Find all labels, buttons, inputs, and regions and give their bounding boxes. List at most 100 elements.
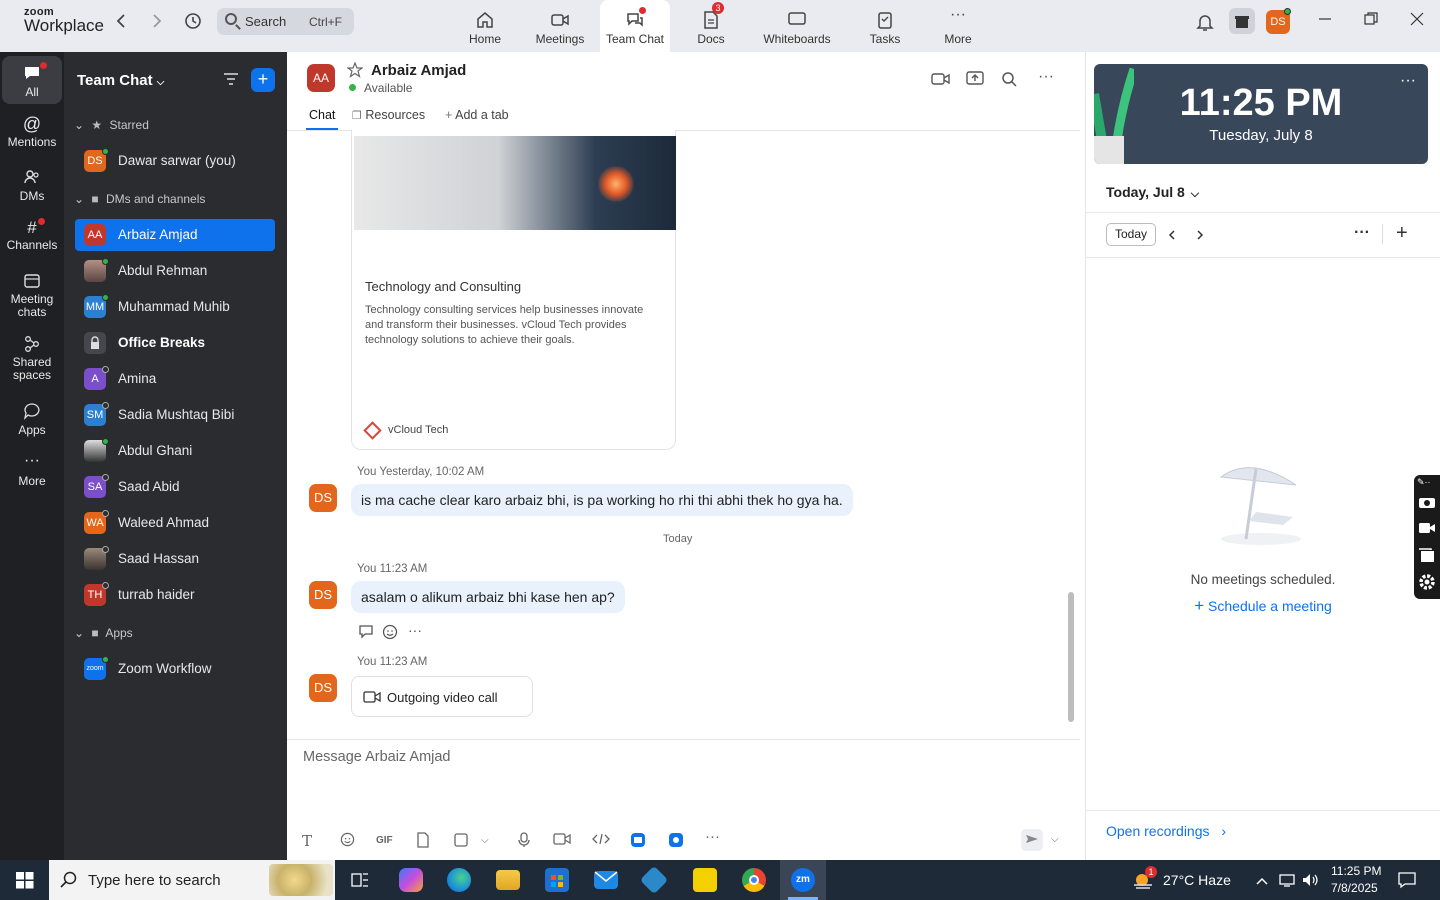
today-button[interactable]: Today [1106, 223, 1156, 246]
calendar-more-icon[interactable]: ··· [1354, 224, 1370, 242]
history-icon[interactable] [184, 12, 202, 34]
side-title[interactable]: Team Chat ⌵ [77, 72, 164, 89]
tab-resources[interactable]: ❐ Resources [352, 108, 425, 122]
link-preview-card[interactable]: Technology and Consulting Technology con… [351, 130, 676, 450]
edge-browser-icon[interactable] [447, 868, 471, 892]
send-options-icon[interactable]: ⌵ [1051, 834, 1059, 845]
app-diamond-icon[interactable] [639, 865, 669, 895]
rail-channels[interactable]: # Channels [2, 218, 62, 262]
section-dms[interactable]: ⌄ ■ DMs and channels [74, 192, 205, 206]
settings-gear-icon[interactable] [1418, 573, 1436, 596]
tray-chevron-up-icon[interactable] [1256, 873, 1268, 891]
tab-home[interactable]: Home [455, 0, 515, 52]
chat-row-sadia[interactable]: SM Sadia Mushtaq Bibi [75, 399, 275, 431]
microphone-icon[interactable] [518, 832, 530, 851]
new-chat-button[interactable]: + [251, 68, 275, 92]
chevron-right-icon[interactable] [1196, 228, 1204, 246]
outgoing-call-card[interactable]: Outgoing video call [351, 676, 533, 717]
tab-chat[interactable]: Chat [309, 108, 335, 122]
message-bubble[interactable]: asalam o alikum arbaiz bhi kase hen ap? [351, 581, 625, 613]
video-message-icon[interactable] [553, 832, 571, 849]
camera-icon[interactable] [1418, 495, 1436, 514]
chat-row-saad-abid[interactable]: SA Saad Abid [75, 471, 275, 503]
bell-icon[interactable] [1196, 13, 1214, 36]
sticky-notes-icon[interactable] [693, 868, 717, 892]
chat-row-muhammad-muhib[interactable]: MM Muhammad Muhib [75, 291, 275, 323]
star-outline-icon[interactable] [346, 61, 364, 83]
screenshot-icon[interactable] [453, 832, 469, 851]
zoom-taskbar-button[interactable]: zm [780, 860, 826, 900]
whiteboard-app-icon[interactable] [630, 832, 646, 851]
contact-name[interactable]: Arbaiz Amjad [371, 62, 466, 79]
chat-row-amina[interactable]: A Amina [75, 363, 275, 395]
record-video-icon[interactable] [1418, 521, 1436, 540]
gift-icon[interactable] [1229, 8, 1255, 34]
message-bubble[interactable]: is ma cache clear karo arbaiz bhi, is pa… [351, 484, 853, 516]
rail-all[interactable]: All [2, 56, 62, 104]
search-box[interactable]: Search Ctrl+F [217, 8, 354, 35]
tab-more[interactable]: ··· More [933, 0, 983, 52]
windows-start-icon[interactable] [16, 872, 34, 894]
emoji-reaction-icon[interactable] [382, 624, 398, 643]
rail-apps[interactable]: Apps [2, 402, 62, 442]
chat-row-zoom-workflow[interactable]: zoom Zoom Workflow [75, 653, 275, 685]
chat-row-abdul-rehman[interactable]: Abdul Rehman [75, 255, 275, 287]
section-starred[interactable]: ⌄ ★ Starred [74, 118, 149, 132]
file-icon[interactable] [416, 832, 430, 851]
tab-tasks[interactable]: Tasks [860, 0, 910, 52]
rail-shared-spaces[interactable]: Shared spaces [2, 335, 62, 387]
task-view-icon[interactable] [351, 871, 369, 894]
rail-meeting-chats[interactable]: Meeting chats [2, 272, 62, 324]
schedule-meeting-link[interactable]: + Schedule a meeting [1086, 596, 1440, 616]
message-avatar[interactable]: DS [309, 581, 337, 609]
tab-add[interactable]: + Add a tab [445, 108, 509, 122]
more-tools-icon[interactable]: ··· [705, 828, 720, 845]
message-avatar[interactable]: DS [309, 484, 337, 512]
chevron-down-icon[interactable]: ⌵ [481, 835, 489, 846]
send-icon[interactable] [1021, 829, 1043, 851]
tab-docs[interactable]: 3 Docs [684, 0, 738, 52]
code-snippet-icon[interactable] [592, 832, 610, 849]
chat-row-waleed-ahmad[interactable]: WA Waleed Ahmad [75, 507, 275, 539]
reply-icon[interactable] [358, 624, 374, 642]
chat-row-office-breaks[interactable]: Office Breaks [75, 327, 275, 359]
search-icon[interactable] [1001, 71, 1017, 92]
clock-more-icon[interactable]: ··· [1400, 72, 1416, 90]
chat-row-abdul-ghani[interactable]: Abdul Ghani [75, 435, 275, 467]
chat-row-self[interactable]: DS Dawar sarwar (you) [75, 145, 275, 177]
chat-row-arbaiz[interactable]: AA Arbaiz Amjad [75, 219, 275, 251]
screen-share-icon[interactable] [966, 70, 984, 92]
filter-icon[interactable] [223, 72, 239, 91]
message-more-icon[interactable]: ··· [408, 622, 422, 638]
pin-icon[interactable]: ✎·· [1417, 477, 1431, 488]
volume-icon[interactable] [1302, 872, 1320, 893]
taskbar-search[interactable]: Type here to search [49, 860, 335, 900]
emoji-icon[interactable] [340, 832, 355, 850]
taskbar-clock-date[interactable]: 7/8/2025 [1331, 881, 1378, 895]
video-call-icon[interactable] [931, 71, 951, 92]
contact-avatar[interactable]: AA [307, 64, 335, 92]
close-icon[interactable] [1410, 12, 1424, 31]
chat-row-saad-hassan[interactable]: Saad Hassan [75, 543, 275, 575]
store-icon[interactable] [545, 868, 569, 892]
weather-text[interactable]: 27°C Haze [1163, 872, 1231, 888]
more-options-icon[interactable]: ··· [1038, 68, 1054, 86]
scrollbar[interactable] [1068, 592, 1074, 722]
tab-meetings[interactable]: Meetings [528, 0, 592, 52]
tab-team-chat[interactable]: Team Chat [600, 0, 670, 52]
rail-mentions[interactable]: @ Mentions [2, 114, 62, 158]
message-input[interactable]: Message Arbaiz Amjad [303, 749, 451, 765]
rail-more[interactable]: ··· More [2, 453, 62, 494]
rail-dms[interactable]: DMs [2, 166, 62, 210]
minimize-icon[interactable] [1318, 12, 1332, 31]
forward-arrow-icon[interactable] [151, 13, 163, 33]
back-arrow-icon[interactable] [115, 13, 127, 33]
mail-icon[interactable] [594, 871, 618, 889]
copy-window-icon[interactable] [1418, 547, 1436, 568]
add-event-icon[interactable]: + [1396, 222, 1408, 245]
text-format-icon[interactable]: T [302, 832, 312, 850]
network-icon[interactable] [1279, 872, 1295, 893]
chat-row-turrab-haider[interactable]: TH turrab haider [75, 579, 275, 611]
copilot-icon[interactable] [399, 868, 423, 892]
notification-center-icon[interactable] [1397, 871, 1417, 894]
